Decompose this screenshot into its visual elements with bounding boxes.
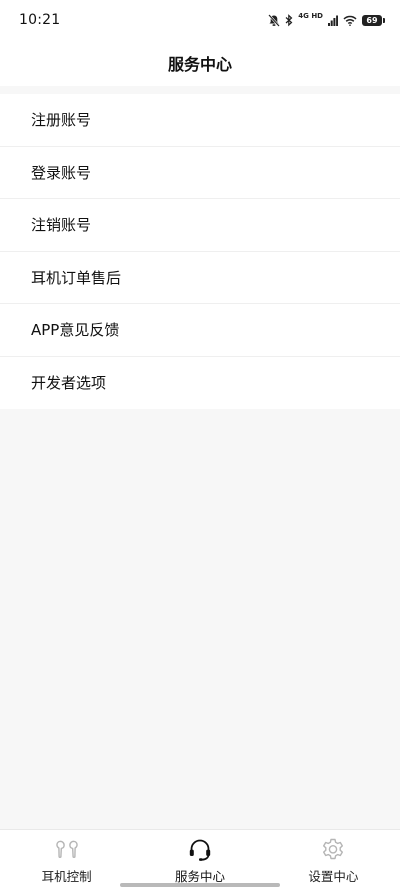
- gear-icon: [323, 838, 344, 860]
- status-bar: 10:21 4G HD 69: [0, 0, 400, 40]
- status-icons: 4G HD 69: [268, 11, 385, 28]
- home-indicator[interactable]: [120, 883, 280, 887]
- menu-item-app-feedback[interactable]: APP意见反馈: [0, 304, 400, 357]
- headset-icon: [189, 839, 211, 861]
- mute-icon: [268, 13, 281, 27]
- status-time: 10:21: [19, 12, 61, 28]
- menu-item-label: 耳机订单售后: [31, 268, 122, 287]
- tab-settings-center[interactable]: 设置中心: [267, 830, 400, 889]
- menu-item-label: 登录账号: [31, 163, 92, 182]
- tab-label: 耳机控制: [41, 869, 92, 884]
- bluetooth-icon: [285, 13, 293, 26]
- tab-earbuds-control[interactable]: 耳机控制: [0, 830, 133, 889]
- bottom-tab-bar: 耳机控制 服务中心 设置中心: [0, 829, 400, 889]
- menu-item-order-aftersales[interactable]: 耳机订单售后: [0, 252, 400, 304]
- menu-item-register[interactable]: 注册账号: [0, 94, 400, 147]
- wifi-icon: [343, 15, 357, 26]
- earbuds-icon: [55, 840, 78, 858]
- menu-item-developer-options[interactable]: 开发者选项: [0, 357, 400, 410]
- menu-item-login[interactable]: 登录账号: [0, 147, 400, 199]
- tab-service-center[interactable]: 服务中心: [133, 830, 266, 889]
- tab-label: 设置中心: [308, 869, 359, 884]
- menu-item-label: 开发者选项: [31, 374, 107, 393]
- menu-item-deregister[interactable]: 注销账号: [0, 199, 400, 252]
- menu-item-label: 注销账号: [31, 216, 92, 235]
- network-label: 4G HD: [298, 11, 323, 20]
- menu-item-label: APP意见反馈: [31, 321, 120, 340]
- battery-icon: 69: [362, 14, 385, 26]
- title-bar: 服务中心: [0, 40, 400, 86]
- signal-icon: [328, 15, 338, 26]
- menu-item-label: 注册账号: [31, 111, 92, 130]
- page-title: 服务中心: [167, 55, 232, 74]
- service-menu: 注册账号 登录账号 注销账号 耳机订单售后 APP意见反馈 开发者选项: [0, 94, 400, 409]
